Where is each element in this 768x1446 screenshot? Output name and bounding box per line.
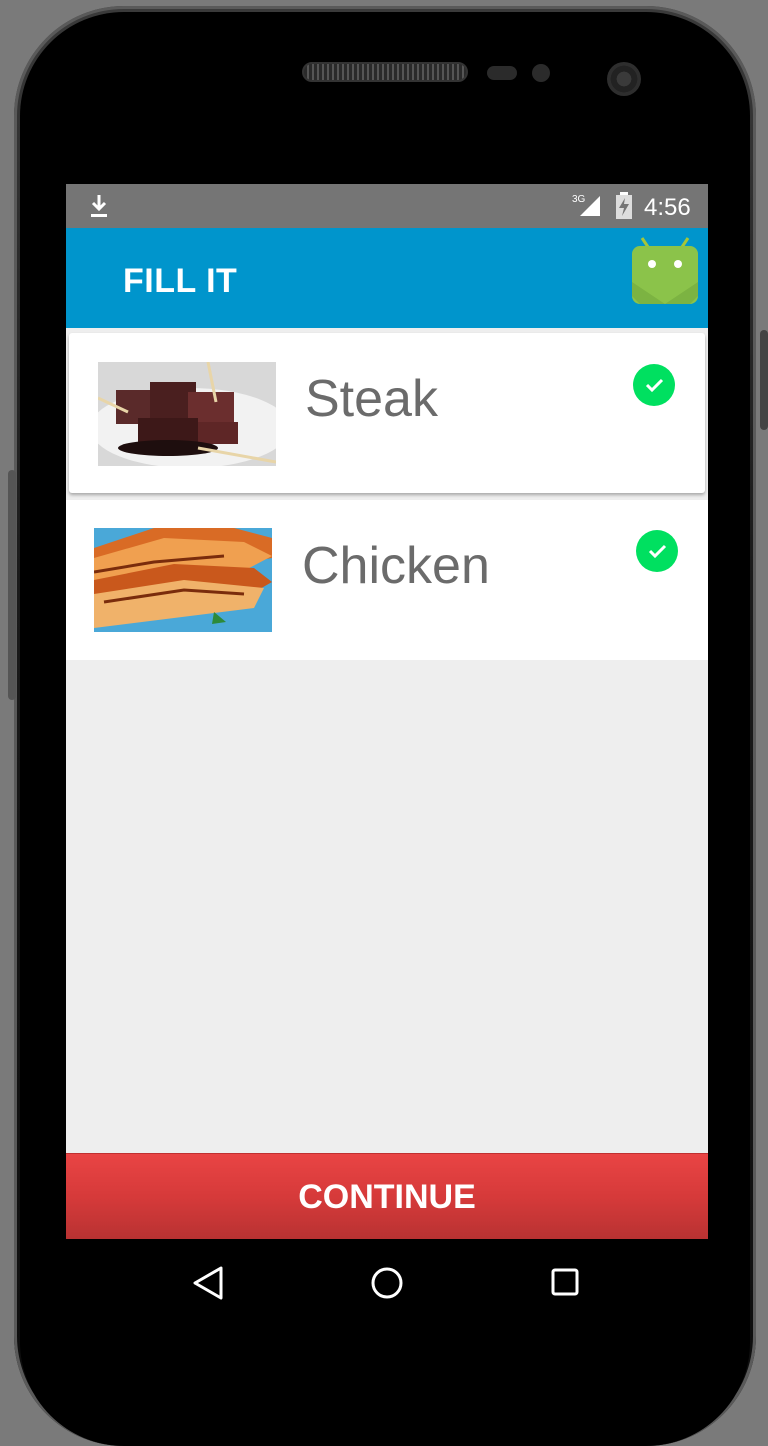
list-item-chicken[interactable]: Chicken <box>66 500 708 660</box>
check-icon[interactable] <box>636 530 678 572</box>
item-label: Chicken <box>302 537 490 595</box>
light-sensor <box>532 64 550 82</box>
battery-icon <box>616 192 632 219</box>
network-type-label: 3G <box>572 194 586 205</box>
recents-icon[interactable] <box>550 1267 580 1297</box>
status-time: 4:56 <box>644 194 691 221</box>
chicken-photo <box>94 528 272 632</box>
continue-label: CONTINUE <box>298 1178 476 1216</box>
power-button <box>760 330 768 430</box>
earpiece-speaker <box>302 62 468 82</box>
home-icon[interactable] <box>369 1265 405 1301</box>
back-icon[interactable] <box>191 1265 225 1301</box>
continue-button[interactable]: CONTINUE <box>66 1153 708 1240</box>
download-icon <box>91 195 107 217</box>
app-bar: FILL IT <box>66 228 708 328</box>
android-logo-icon <box>632 237 698 304</box>
screen: 3G 4:56 FILL IT Steak Chicken CONTINUE <box>66 184 708 1326</box>
signal-icon: 3G <box>572 194 600 216</box>
proximity-sensor <box>487 66 517 80</box>
item-label: Steak <box>305 370 438 428</box>
steak-photo <box>98 362 276 466</box>
list-item-steak[interactable]: Steak <box>69 333 705 493</box>
status-bar: 3G 4:56 <box>66 184 708 228</box>
app-title: FILL IT <box>123 262 238 300</box>
front-camera <box>607 62 641 96</box>
volume-button <box>8 470 16 700</box>
check-icon[interactable] <box>633 364 675 406</box>
navigation-bar <box>66 1239 708 1326</box>
